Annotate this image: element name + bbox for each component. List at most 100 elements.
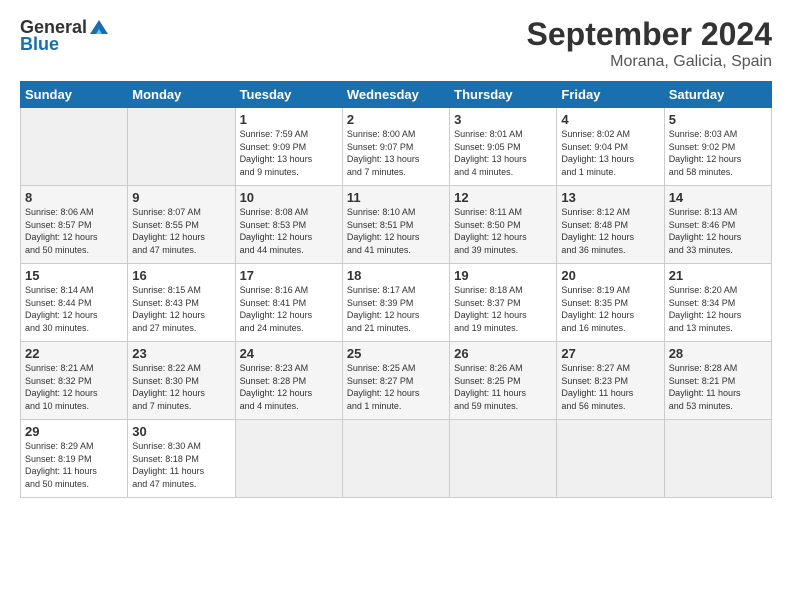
day-number: 28: [669, 346, 767, 361]
day-info: Sunrise: 8:26 AM Sunset: 8:25 PM Dayligh…: [454, 362, 552, 412]
month-title: September 2024: [527, 16, 772, 53]
calendar-day-23: 23Sunrise: 8:22 AM Sunset: 8:30 PM Dayli…: [128, 342, 235, 420]
day-info: Sunrise: 8:16 AM Sunset: 8:41 PM Dayligh…: [240, 284, 338, 334]
calendar-day-8: 8Sunrise: 8:06 AM Sunset: 8:57 PM Daylig…: [21, 186, 128, 264]
calendar-week-3: 22Sunrise: 8:21 AM Sunset: 8:32 PM Dayli…: [21, 342, 772, 420]
calendar-day-22: 22Sunrise: 8:21 AM Sunset: 8:32 PM Dayli…: [21, 342, 128, 420]
calendar-day-17: 17Sunrise: 8:16 AM Sunset: 8:41 PM Dayli…: [235, 264, 342, 342]
day-info: Sunrise: 8:23 AM Sunset: 8:28 PM Dayligh…: [240, 362, 338, 412]
day-info: Sunrise: 8:29 AM Sunset: 8:19 PM Dayligh…: [25, 440, 123, 490]
calendar-day-2: 2Sunrise: 8:00 AM Sunset: 9:07 PM Daylig…: [342, 108, 449, 186]
calendar-day-26: 26Sunrise: 8:26 AM Sunset: 8:25 PM Dayli…: [450, 342, 557, 420]
day-info: Sunrise: 8:15 AM Sunset: 8:43 PM Dayligh…: [132, 284, 230, 334]
empty-cell: [450, 420, 557, 498]
day-info: Sunrise: 8:18 AM Sunset: 8:37 PM Dayligh…: [454, 284, 552, 334]
calendar-day-20: 20Sunrise: 8:19 AM Sunset: 8:35 PM Dayli…: [557, 264, 664, 342]
calendar-table: SundayMondayTuesdayWednesdayThursdayFrid…: [20, 81, 772, 498]
empty-cell: [557, 420, 664, 498]
calendar-week-2: 15Sunrise: 8:14 AM Sunset: 8:44 PM Dayli…: [21, 264, 772, 342]
day-info: Sunrise: 8:22 AM Sunset: 8:30 PM Dayligh…: [132, 362, 230, 412]
calendar-day-4: 4Sunrise: 8:02 AM Sunset: 9:04 PM Daylig…: [557, 108, 664, 186]
calendar-week-0: 1Sunrise: 7:59 AM Sunset: 9:09 PM Daylig…: [21, 108, 772, 186]
calendar-day-24: 24Sunrise: 8:23 AM Sunset: 8:28 PM Dayli…: [235, 342, 342, 420]
day-number: 16: [132, 268, 230, 283]
calendar-week-1: 8Sunrise: 8:06 AM Sunset: 8:57 PM Daylig…: [21, 186, 772, 264]
location-title: Morana, Galicia, Spain: [527, 53, 772, 71]
day-number: 27: [561, 346, 659, 361]
day-info: Sunrise: 8:01 AM Sunset: 9:05 PM Dayligh…: [454, 128, 552, 178]
day-number: 3: [454, 112, 552, 127]
day-number: 13: [561, 190, 659, 205]
day-info: Sunrise: 8:11 AM Sunset: 8:50 PM Dayligh…: [454, 206, 552, 256]
calendar-day-1: 1Sunrise: 7:59 AM Sunset: 9:09 PM Daylig…: [235, 108, 342, 186]
day-info: Sunrise: 8:06 AM Sunset: 8:57 PM Dayligh…: [25, 206, 123, 256]
weekday-header-tuesday: Tuesday: [235, 82, 342, 108]
calendar-day-5: 5Sunrise: 8:03 AM Sunset: 9:02 PM Daylig…: [664, 108, 771, 186]
empty-cell: [235, 420, 342, 498]
day-number: 23: [132, 346, 230, 361]
weekday-header-saturday: Saturday: [664, 82, 771, 108]
empty-cell: [128, 108, 235, 186]
calendar-day-9: 9Sunrise: 8:07 AM Sunset: 8:55 PM Daylig…: [128, 186, 235, 264]
day-info: Sunrise: 8:14 AM Sunset: 8:44 PM Dayligh…: [25, 284, 123, 334]
day-number: 19: [454, 268, 552, 283]
header: General Blue September 2024 Morana, Gali…: [20, 16, 772, 71]
calendar-day-15: 15Sunrise: 8:14 AM Sunset: 8:44 PM Dayli…: [21, 264, 128, 342]
day-info: Sunrise: 8:00 AM Sunset: 9:07 PM Dayligh…: [347, 128, 445, 178]
calendar-day-12: 12Sunrise: 8:11 AM Sunset: 8:50 PM Dayli…: [450, 186, 557, 264]
day-info: Sunrise: 7:59 AM Sunset: 9:09 PM Dayligh…: [240, 128, 338, 178]
empty-cell: [664, 420, 771, 498]
calendar-day-18: 18Sunrise: 8:17 AM Sunset: 8:39 PM Dayli…: [342, 264, 449, 342]
logo: General Blue: [20, 16, 111, 55]
day-number: 9: [132, 190, 230, 205]
calendar-day-29: 29Sunrise: 8:29 AM Sunset: 8:19 PM Dayli…: [21, 420, 128, 498]
calendar-day-30: 30Sunrise: 8:30 AM Sunset: 8:18 PM Dayli…: [128, 420, 235, 498]
day-info: Sunrise: 8:07 AM Sunset: 8:55 PM Dayligh…: [132, 206, 230, 256]
day-number: 11: [347, 190, 445, 205]
weekday-header-monday: Monday: [128, 82, 235, 108]
calendar-day-11: 11Sunrise: 8:10 AM Sunset: 8:51 PM Dayli…: [342, 186, 449, 264]
weekday-header-sunday: Sunday: [21, 82, 128, 108]
day-info: Sunrise: 8:27 AM Sunset: 8:23 PM Dayligh…: [561, 362, 659, 412]
calendar-day-19: 19Sunrise: 8:18 AM Sunset: 8:37 PM Dayli…: [450, 264, 557, 342]
logo-icon: [88, 16, 110, 38]
day-number: 26: [454, 346, 552, 361]
day-number: 8: [25, 190, 123, 205]
calendar-day-25: 25Sunrise: 8:25 AM Sunset: 8:27 PM Dayli…: [342, 342, 449, 420]
calendar-day-13: 13Sunrise: 8:12 AM Sunset: 8:48 PM Dayli…: [557, 186, 664, 264]
day-number: 2: [347, 112, 445, 127]
day-number: 18: [347, 268, 445, 283]
calendar-day-28: 28Sunrise: 8:28 AM Sunset: 8:21 PM Dayli…: [664, 342, 771, 420]
calendar-body: 1Sunrise: 7:59 AM Sunset: 9:09 PM Daylig…: [21, 108, 772, 498]
calendar-day-3: 3Sunrise: 8:01 AM Sunset: 9:05 PM Daylig…: [450, 108, 557, 186]
empty-cell: [342, 420, 449, 498]
day-info: Sunrise: 8:10 AM Sunset: 8:51 PM Dayligh…: [347, 206, 445, 256]
title-block: September 2024 Morana, Galicia, Spain: [527, 16, 772, 71]
day-info: Sunrise: 8:25 AM Sunset: 8:27 PM Dayligh…: [347, 362, 445, 412]
day-number: 5: [669, 112, 767, 127]
day-number: 15: [25, 268, 123, 283]
day-number: 30: [132, 424, 230, 439]
day-info: Sunrise: 8:30 AM Sunset: 8:18 PM Dayligh…: [132, 440, 230, 490]
day-number: 25: [347, 346, 445, 361]
day-number: 1: [240, 112, 338, 127]
day-info: Sunrise: 8:12 AM Sunset: 8:48 PM Dayligh…: [561, 206, 659, 256]
day-number: 17: [240, 268, 338, 283]
day-info: Sunrise: 8:02 AM Sunset: 9:04 PM Dayligh…: [561, 128, 659, 178]
page: General Blue September 2024 Morana, Gali…: [0, 0, 792, 612]
day-info: Sunrise: 8:17 AM Sunset: 8:39 PM Dayligh…: [347, 284, 445, 334]
calendar-day-14: 14Sunrise: 8:13 AM Sunset: 8:46 PM Dayli…: [664, 186, 771, 264]
calendar-day-27: 27Sunrise: 8:27 AM Sunset: 8:23 PM Dayli…: [557, 342, 664, 420]
calendar-day-21: 21Sunrise: 8:20 AM Sunset: 8:34 PM Dayli…: [664, 264, 771, 342]
calendar-day-16: 16Sunrise: 8:15 AM Sunset: 8:43 PM Dayli…: [128, 264, 235, 342]
day-info: Sunrise: 8:03 AM Sunset: 9:02 PM Dayligh…: [669, 128, 767, 178]
day-number: 20: [561, 268, 659, 283]
day-number: 4: [561, 112, 659, 127]
day-number: 10: [240, 190, 338, 205]
day-number: 12: [454, 190, 552, 205]
day-info: Sunrise: 8:20 AM Sunset: 8:34 PM Dayligh…: [669, 284, 767, 334]
calendar-day-10: 10Sunrise: 8:08 AM Sunset: 8:53 PM Dayli…: [235, 186, 342, 264]
calendar-week-4: 29Sunrise: 8:29 AM Sunset: 8:19 PM Dayli…: [21, 420, 772, 498]
weekday-header-thursday: Thursday: [450, 82, 557, 108]
weekday-header-friday: Friday: [557, 82, 664, 108]
